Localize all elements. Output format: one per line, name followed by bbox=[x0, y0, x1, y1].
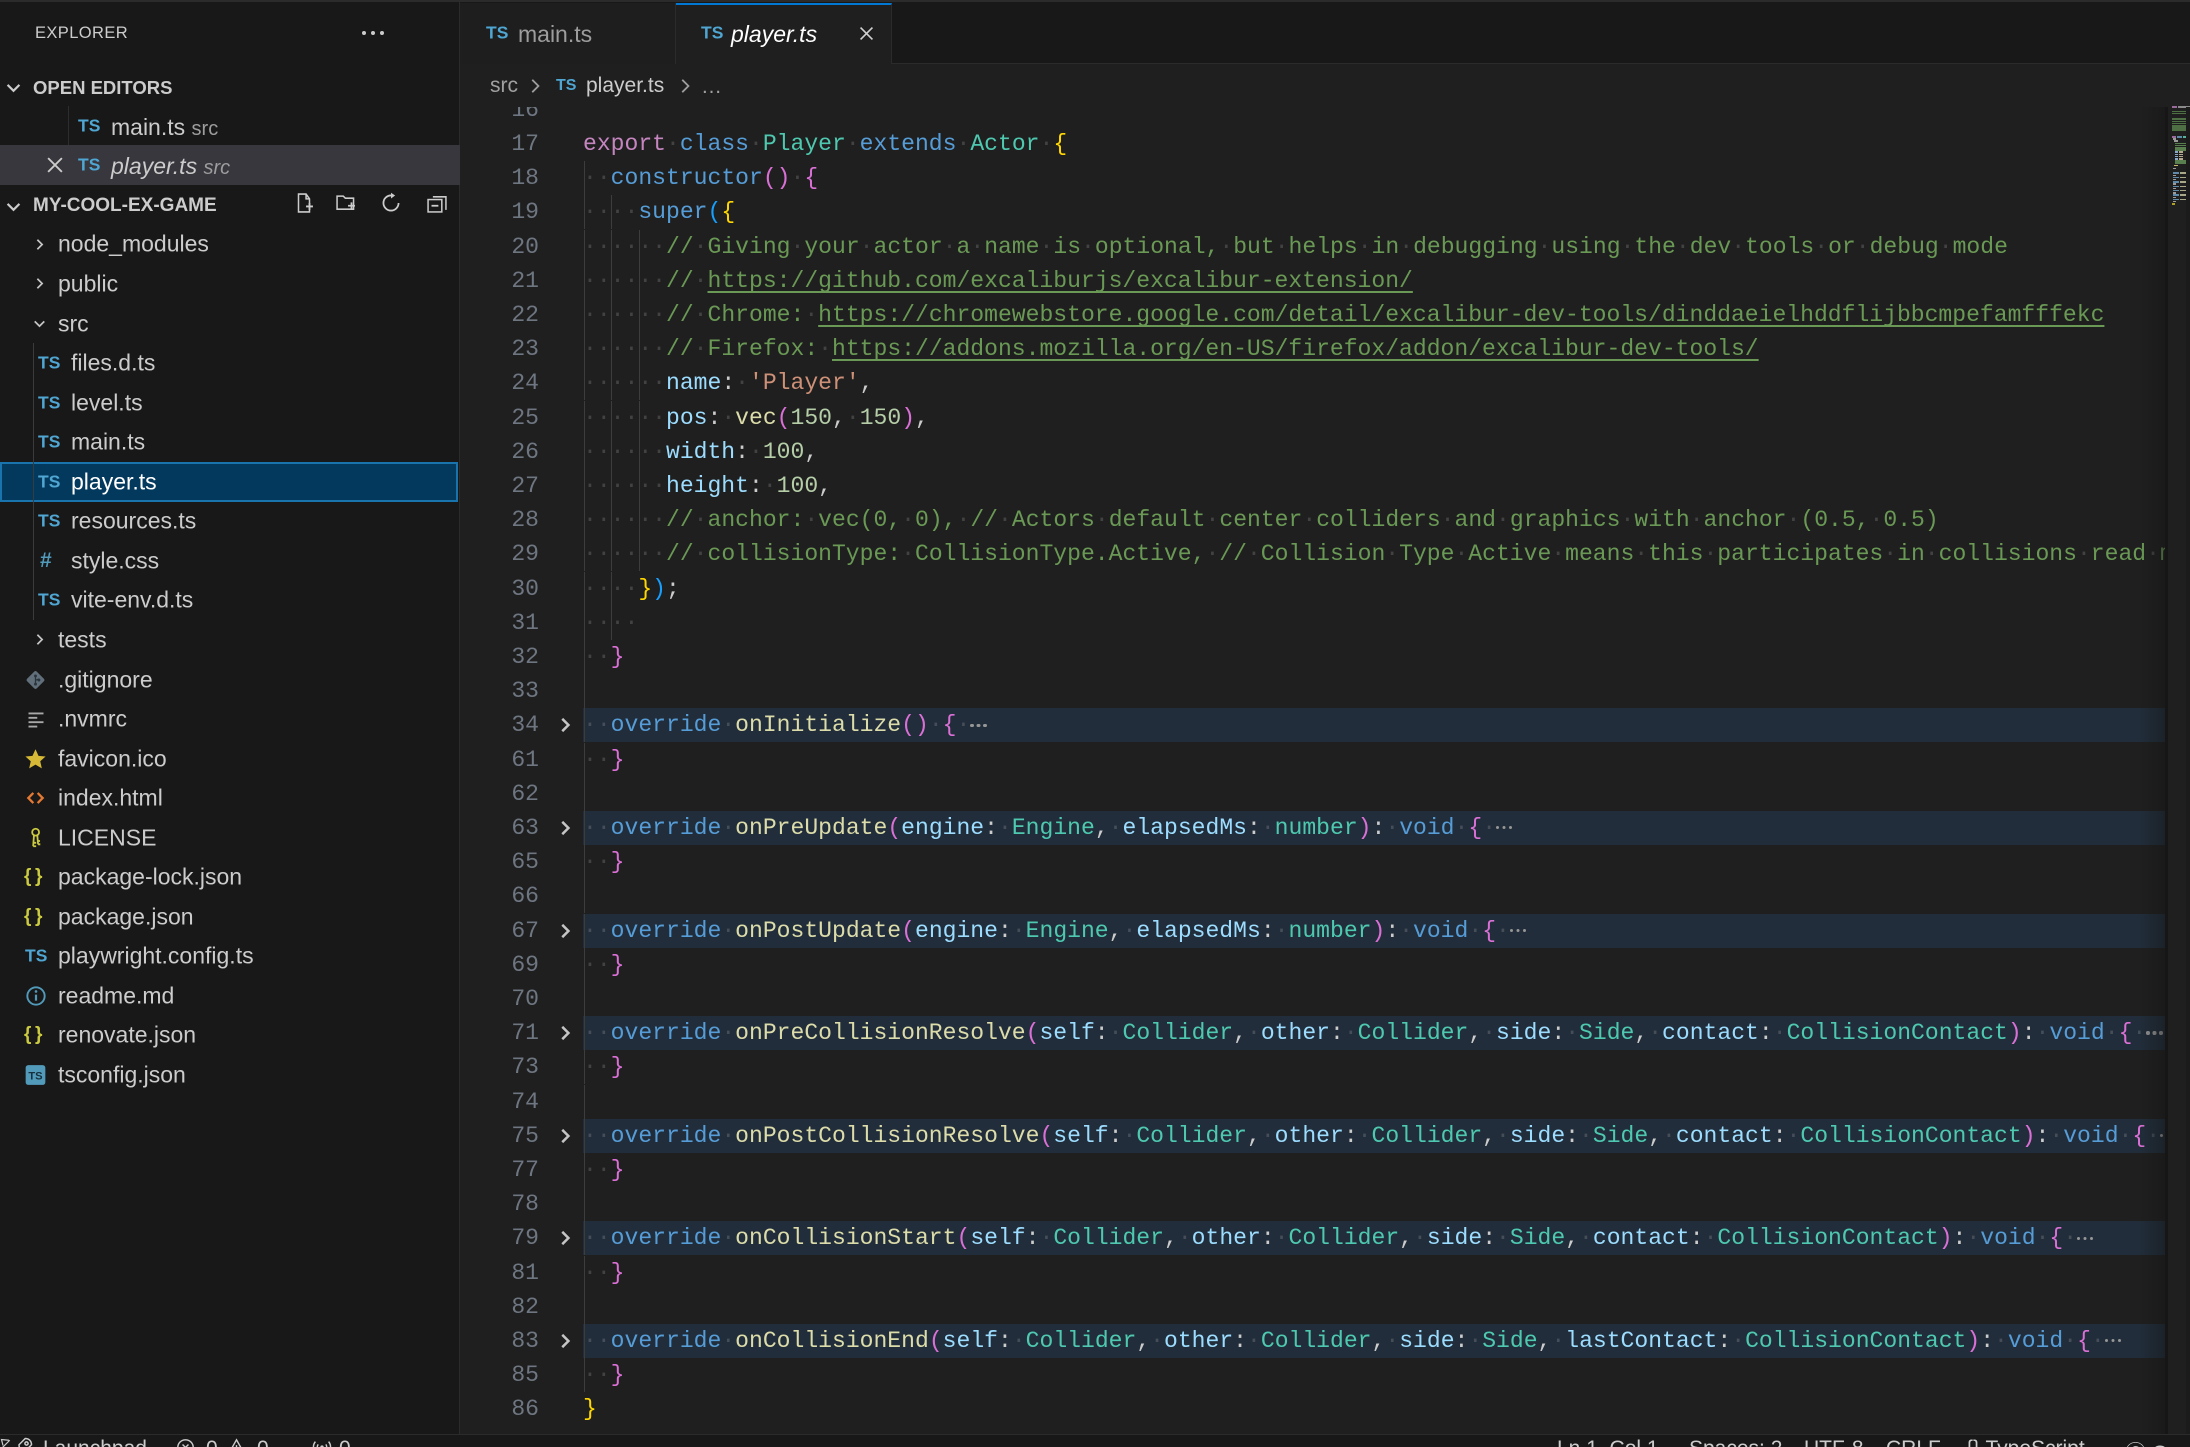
svg-text:TS: TS bbox=[28, 1071, 42, 1083]
